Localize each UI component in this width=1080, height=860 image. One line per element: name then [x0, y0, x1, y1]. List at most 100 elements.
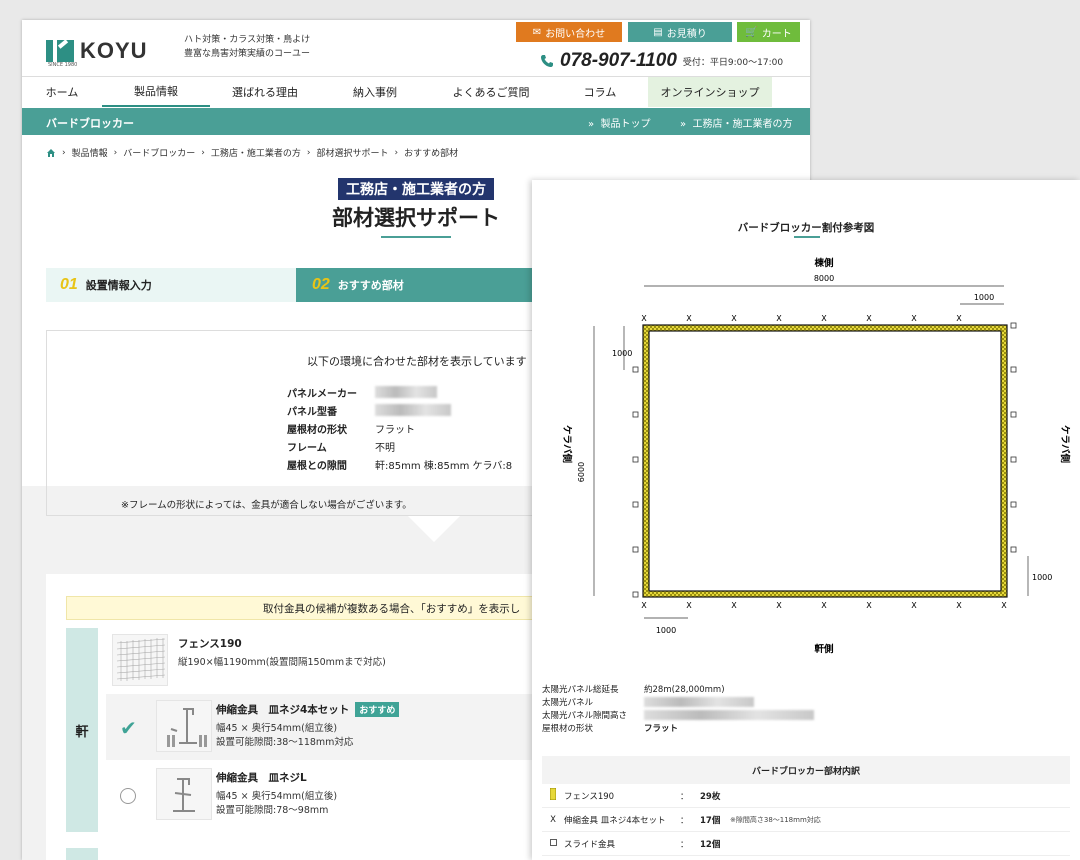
- product-name: フェンス190: [178, 638, 242, 650]
- product-desc: 縦190×幅1190mm(設置間隔150mmまで対応): [178, 657, 386, 668]
- fence-perimeter: [643, 325, 1007, 597]
- blurred-value: [644, 709, 814, 720]
- parts-row: スライド金具 ： 12個: [542, 832, 1070, 856]
- product-radio[interactable]: [120, 788, 136, 804]
- product-desc: 幅45 × 奥行54mm(組立後): [216, 723, 338, 734]
- bottom-brackets: XXXXXXXXX: [641, 601, 1007, 610]
- svg-text:X: X: [641, 601, 647, 610]
- svg-text:X: X: [866, 314, 872, 323]
- nav-item-cases[interactable]: 納入事例: [320, 77, 430, 107]
- document-icon: ▤: [653, 26, 663, 38]
- crumb-sep-icon: ›: [394, 147, 399, 158]
- nav-item-reasons[interactable]: 選ばれる理由: [210, 77, 320, 107]
- mail-icon: ✉: [532, 26, 542, 38]
- ridge-side-label: 棟側: [814, 257, 834, 269]
- panel-outer-edge: [642, 324, 1008, 598]
- bracket-icon: [167, 708, 207, 747]
- fence-mesh-icon: [116, 638, 166, 681]
- svg-text:X: X: [956, 601, 962, 610]
- svg-text:X: X: [731, 601, 737, 610]
- nav-item-home[interactable]: ホーム: [22, 77, 102, 107]
- product-name-text: 伸縮金具 皿ネジ4本セット: [216, 704, 350, 716]
- right-slide-brackets: [1010, 322, 1017, 553]
- bottom-spacing-dimension: 1000: [656, 626, 676, 635]
- svg-text:X: X: [686, 601, 692, 610]
- info-row: パネル型番: [287, 401, 512, 419]
- diagram-title: バードブロッカー割付参考図: [737, 222, 875, 234]
- info-key: 屋根材の形状: [287, 424, 347, 436]
- summary-row: 太陽光パネル総延長 約28m(28,000mm): [542, 682, 814, 695]
- nav-item-products[interactable]: 製品情報: [102, 77, 210, 107]
- phone-number: 078-907-1100: [560, 50, 677, 71]
- crumb-item[interactable]: バードブロッカー: [123, 146, 195, 159]
- parts-title: バードブロッカー部材内訳: [542, 756, 1070, 784]
- summary-key: 太陽光パネル隙間高さ: [542, 710, 628, 721]
- bracket-l-icon: [173, 778, 195, 812]
- subbar-link-1-label: 製品トップ: [600, 119, 651, 130]
- nav-item-online-shop[interactable]: オンラインショップ: [648, 77, 772, 107]
- parts-row: X 伸縮金具 皿ネジ4本セット ： 17個 ※隙間高さ38〜118mm対応: [542, 808, 1070, 832]
- blurred-value: [375, 386, 437, 398]
- info-key: パネルメーカー: [287, 388, 357, 400]
- cart-button-label: カート: [761, 28, 792, 40]
- info-value: 軒:85mm 棟:85mm ケラバ:8: [375, 460, 513, 472]
- subbar-link-contractors[interactable]: » 工務店・施工業者の方: [680, 115, 792, 130]
- svg-text:X: X: [776, 601, 782, 610]
- top-brackets: XXXXXXXX: [641, 314, 962, 323]
- info-row: 屋根との隙間 軒:85mm 棟:85mm ケラバ:8: [287, 455, 512, 473]
- crumb-item[interactable]: 部材選択サポート: [316, 146, 388, 159]
- nav-item-column[interactable]: コラム: [552, 77, 648, 107]
- page-title-badge: 工務店・施工業者の方: [338, 178, 494, 200]
- product-subbar: バードブロッカー » 製品トップ » 工務店・施工業者の方: [22, 108, 810, 135]
- part-note: ※隙間高さ38〜118mm対応: [730, 815, 821, 824]
- svg-text:X: X: [686, 314, 692, 323]
- breadcrumb: › 製品情報 › バードブロッカー › 工務店・施工業者の方 › 部材選択サポー…: [46, 146, 458, 159]
- contact-button[interactable]: ✉ お問い合わせ: [516, 22, 622, 42]
- nav-item-faq[interactable]: よくあるご質問: [430, 77, 552, 107]
- step-2-label: おすすめ部材: [337, 279, 404, 292]
- product-name: 伸縮金具 皿ネジ4本セット おすすめ: [216, 702, 400, 717]
- info-note: ※フレームの形状によっては、金具が適合しない場合がございます。: [121, 500, 412, 511]
- fence-legend-icon: [542, 787, 564, 803]
- summary-row: 太陽光パネル隙間高さ: [542, 708, 814, 721]
- parts-breakdown: バードブロッカー部材内訳 フェンス190 ： 29枚 X 伸縮金具 皿ネジ4本セ…: [542, 756, 1070, 860]
- tagline-line-1: ハト対策・カラス対策・鳥よけ: [184, 35, 311, 45]
- svg-text:X: X: [956, 314, 962, 323]
- crumb-sep-icon: ›: [306, 147, 311, 158]
- step-1-number: 01: [60, 276, 78, 293]
- part-colon: ：: [680, 815, 689, 826]
- part-name: フェンス190: [564, 791, 615, 802]
- blurred-value: [644, 696, 754, 707]
- part-quantity: 17個: [700, 815, 721, 826]
- crumb-item[interactable]: 工務店・施工業者の方: [211, 146, 301, 159]
- info-box-pointer: [408, 516, 460, 542]
- step-1[interactable]: 01 設置情報入力: [46, 268, 310, 302]
- koyu-logo[interactable]: KOYU SINCE 1980: [46, 38, 148, 68]
- home-icon[interactable]: [46, 148, 56, 158]
- summary-value: フラット: [644, 723, 679, 734]
- phone-icon: [541, 55, 553, 67]
- section-label-next: [66, 848, 98, 860]
- crumb-sep-icon: ›: [201, 147, 205, 158]
- tagline: ハト対策・カラス対策・鳥よけ 豊富な鳥害対策実績のコーユー: [184, 33, 310, 61]
- diagram-title-underline: [794, 236, 820, 238]
- phone-hours: 受付：平日9:00〜17:00: [682, 57, 784, 68]
- bracket-legend-icon: X: [550, 814, 556, 825]
- eaves-side-label: 軒側: [814, 643, 834, 655]
- checkmark-icon[interactable]: ✔: [120, 716, 137, 740]
- cart-button[interactable]: 🛒 カート: [737, 22, 800, 42]
- part-colon: ：: [680, 791, 689, 802]
- logo-mark-icon: [46, 40, 74, 62]
- crumb-sep-icon: ›: [113, 147, 118, 158]
- crumb-item[interactable]: 製品情報: [72, 146, 108, 159]
- phone-contact[interactable]: 078-907-1100 受付：平日9:00〜17:00: [540, 50, 783, 72]
- title-underline: [381, 236, 451, 238]
- estimate-button[interactable]: ▤ お見積り: [628, 22, 732, 42]
- summary-key: 太陽光パネル: [542, 697, 594, 708]
- right-spacing-dimension: 1000: [1032, 573, 1052, 582]
- summary-key: 太陽光パネル総延長: [542, 684, 619, 695]
- svg-text:X: X: [821, 601, 827, 610]
- left-spacing-dimension: 1000: [612, 349, 632, 358]
- subbar-link-product-top[interactable]: » 製品トップ: [588, 115, 650, 130]
- site-header: KOYU SINCE 1980 ハト対策・カラス対策・鳥よけ 豊富な鳥害対策実績…: [22, 20, 810, 76]
